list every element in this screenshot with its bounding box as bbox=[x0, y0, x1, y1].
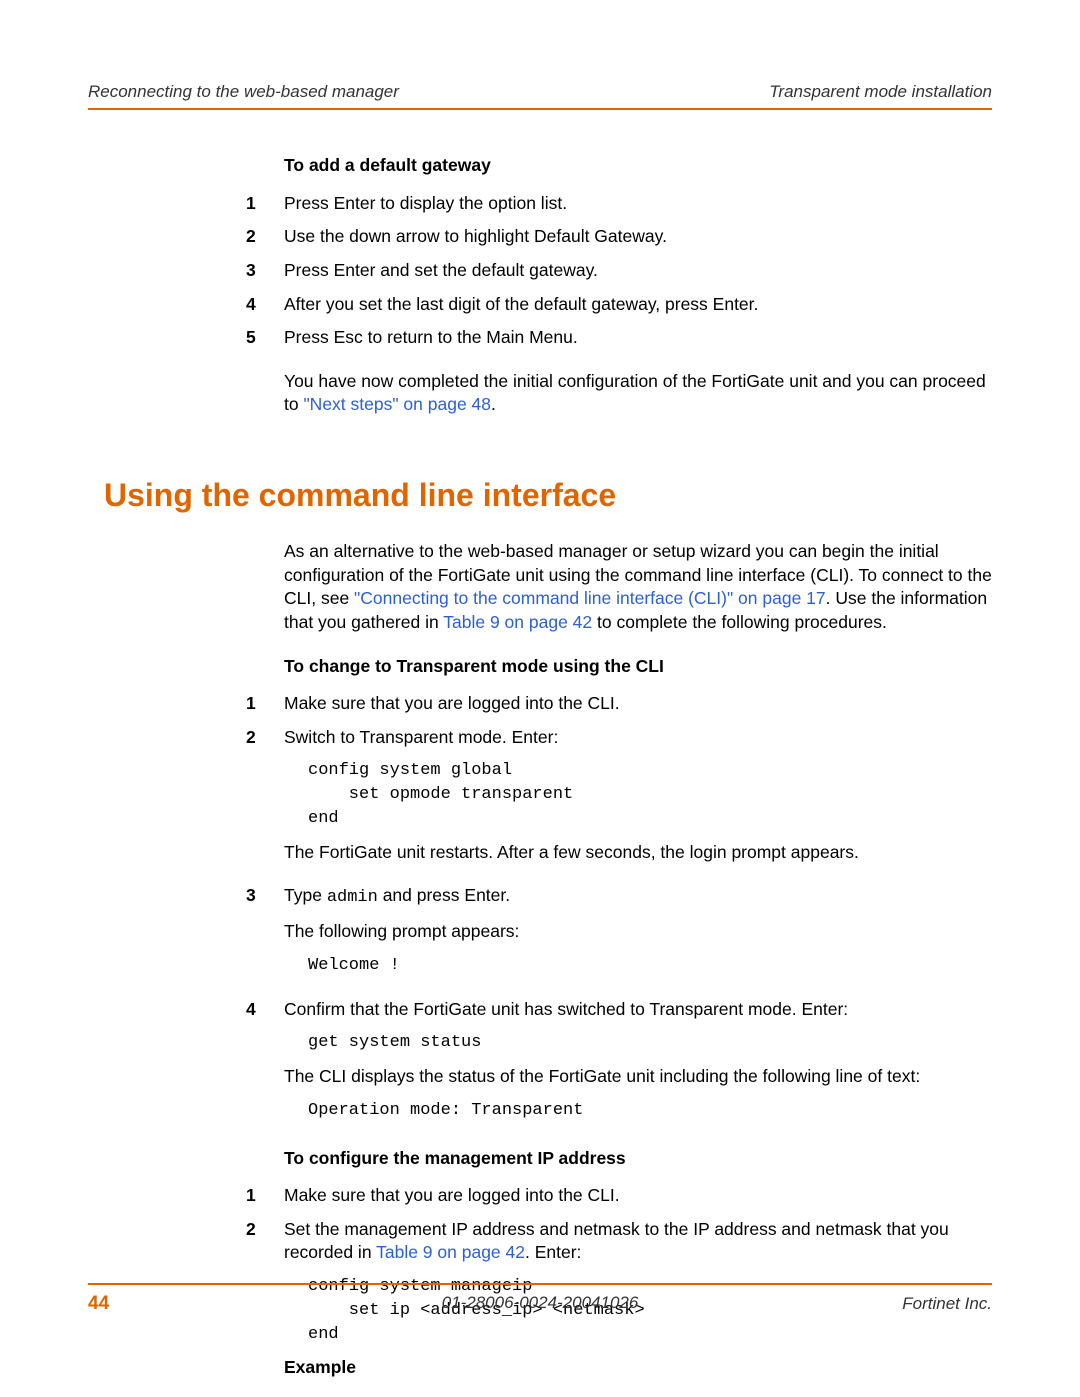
step-text: Make sure that you are logged into the C… bbox=[284, 692, 992, 716]
step-row: 2 Use the down arrow to highlight Defaul… bbox=[284, 225, 992, 249]
text: to complete the following procedures. bbox=[592, 612, 887, 632]
header-right: Transparent mode installation bbox=[769, 82, 992, 102]
footer-company: Fortinet Inc. bbox=[902, 1294, 992, 1314]
text: . Enter: bbox=[525, 1242, 581, 1262]
code-block: get system status bbox=[308, 1031, 992, 1055]
step-row: 3 Press Enter and set the default gatewa… bbox=[284, 259, 992, 283]
link-connecting-cli[interactable]: "Connecting to the command line interfac… bbox=[354, 588, 826, 608]
step-number: 2 bbox=[244, 726, 284, 875]
header-left: Reconnecting to the web-based manager bbox=[88, 82, 399, 102]
step-text: Switch to Transparent mode. Enter: bbox=[284, 726, 992, 750]
page-footer: 44 01-28006-0024-20041026 Fortinet Inc. bbox=[88, 1283, 992, 1315]
text: and press Enter. bbox=[378, 885, 510, 905]
step-number: 2 bbox=[244, 225, 284, 249]
step-text: After you set the last digit of the defa… bbox=[284, 293, 992, 317]
step-row: 5 Press Esc to return to the Main Menu. … bbox=[284, 326, 992, 427]
step-row: 1 Make sure that you are logged into the… bbox=[284, 1184, 992, 1208]
link-table9-a[interactable]: Table 9 on page 42 bbox=[443, 612, 592, 632]
link-next-steps[interactable]: "Next steps" on page 48 bbox=[303, 394, 491, 414]
step-text: The CLI displays the status of the Forti… bbox=[284, 1065, 992, 1089]
step-row: 4 Confirm that the FortiGate unit has sw… bbox=[284, 998, 992, 1133]
step-row: 2 Switch to Transparent mode. Enter: con… bbox=[284, 726, 992, 875]
step-number: 3 bbox=[244, 884, 284, 987]
step-number: 4 bbox=[244, 293, 284, 317]
step-text: Set the management IP address and netmas… bbox=[284, 1218, 992, 1265]
text: Type bbox=[284, 885, 327, 905]
code-block: config system global set opmode transpar… bbox=[308, 759, 992, 830]
followup-paragraph: You have now completed the initial confi… bbox=[284, 370, 992, 417]
code-block: Welcome ! bbox=[308, 954, 992, 978]
step-text: Make sure that you are logged into the C… bbox=[284, 1184, 992, 1208]
step-row: 4 After you set the last digit of the de… bbox=[284, 293, 992, 317]
header-rule bbox=[88, 108, 992, 110]
step-number: 3 bbox=[244, 259, 284, 283]
step-number: 5 bbox=[244, 326, 284, 427]
step-number: 1 bbox=[244, 692, 284, 716]
step-text: Type admin and press Enter. bbox=[284, 884, 992, 910]
code-block: Operation mode: Transparent bbox=[308, 1099, 992, 1123]
subheading-change-transparent: To change to Transparent mode using the … bbox=[284, 655, 992, 679]
step-number: 1 bbox=[244, 192, 284, 216]
inline-code: admin bbox=[327, 888, 378, 907]
text: . bbox=[491, 394, 496, 414]
subheading-configure-mgmt-ip: To configure the management IP address bbox=[284, 1147, 992, 1171]
footer-doc-id: 01-28006-0024-20041026 bbox=[442, 1293, 639, 1313]
subheading-add-gateway: To add a default gateway bbox=[284, 154, 992, 178]
page-header: Reconnecting to the web-based manager Tr… bbox=[88, 82, 992, 108]
heading-using-cli: Using the command line interface bbox=[104, 477, 992, 514]
step-number: 4 bbox=[244, 998, 284, 1133]
step-text: Press Enter to display the option list. bbox=[284, 192, 992, 216]
step-text: Press Enter and set the default gateway. bbox=[284, 259, 992, 283]
step-text: The FortiGate unit restarts. After a few… bbox=[284, 841, 992, 865]
link-table9-b[interactable]: Table 9 on page 42 bbox=[376, 1242, 525, 1262]
step-text: Confirm that the FortiGate unit has swit… bbox=[284, 998, 992, 1022]
subheading-example: Example bbox=[284, 1356, 992, 1380]
step-text: The following prompt appears: bbox=[284, 920, 992, 944]
step-text: Press Esc to return to the Main Menu. bbox=[284, 326, 992, 350]
step-row: 1 Press Enter to display the option list… bbox=[284, 192, 992, 216]
step-number: 1 bbox=[244, 1184, 284, 1208]
page-number: 44 bbox=[88, 1293, 109, 1315]
step-text: Use the down arrow to highlight Default … bbox=[284, 225, 992, 249]
step-row: 3 Type admin and press Enter. The follow… bbox=[284, 884, 992, 987]
intro-paragraph: As an alternative to the web-based manag… bbox=[284, 540, 992, 635]
step-row: 1 Make sure that you are logged into the… bbox=[284, 692, 992, 716]
